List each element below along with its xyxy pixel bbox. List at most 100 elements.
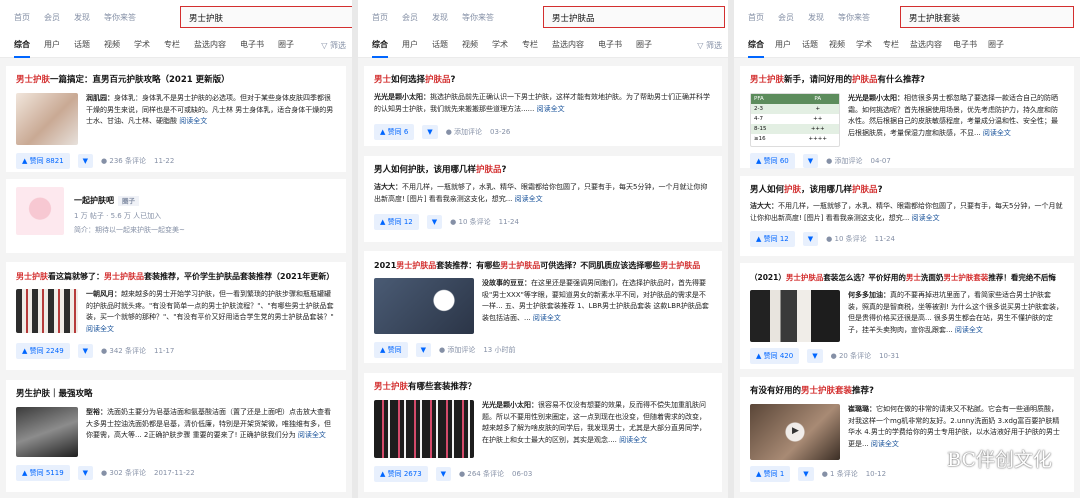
read-more-link[interactable]: 阅读全文 [871, 440, 899, 448]
downvote-button[interactable]: ▼ [422, 125, 438, 139]
upvote-button[interactable]: ▲ 赞同 420 [750, 348, 800, 364]
read-more-link[interactable]: 阅读全文 [955, 326, 983, 334]
read-more-link[interactable]: 阅读全文 [515, 195, 543, 203]
tab-ebook[interactable]: 电子书 [598, 39, 622, 50]
nav-vip[interactable]: 会员 [778, 12, 794, 23]
nav-waiting[interactable]: 等你来答 [838, 12, 870, 23]
nav-home[interactable]: 首页 [14, 12, 30, 23]
tab-topics[interactable]: 话题 [802, 39, 818, 50]
comment-button[interactable]: ● 302 条评论 [101, 468, 146, 478]
result-title[interactable]: （2021）男士护肤品套装怎么选？平价好用的男士洗面奶男士护肤套装推荐！看完绝不… [750, 271, 1064, 284]
result-title[interactable]: 男士护肤看这篇就够了：男士护肤品套装推荐，平价学生护肤品套装推荐（2021年更新… [16, 270, 336, 283]
read-more-link[interactable]: 阅读全文 [912, 214, 940, 222]
tab-column[interactable]: 专栏 [883, 39, 899, 50]
nav-discover[interactable]: 发现 [432, 12, 448, 23]
tab-all[interactable]: 综合 [14, 39, 30, 58]
downvote-button[interactable]: ▼ [426, 215, 443, 229]
comment-button[interactable]: ● 添加评论 [439, 345, 475, 355]
comment-button[interactable]: ● 342 条评论 [101, 346, 146, 356]
nav-vip[interactable]: 会员 [402, 12, 418, 23]
comment-button[interactable]: ● 添加评论 [446, 127, 482, 137]
tab-academic[interactable]: 学术 [134, 39, 150, 50]
tab-salt[interactable]: 盐选内容 [910, 39, 942, 50]
read-more-link[interactable]: 阅读全文 [983, 129, 1011, 137]
tab-circle[interactable]: 圈子 [278, 39, 294, 50]
thumbnail-image[interactable] [750, 290, 840, 342]
upvote-button[interactable]: ▲ 赞同 12 [750, 231, 795, 247]
downvote-button[interactable]: ▼ [77, 344, 94, 358]
read-more-link[interactable]: 阅读全文 [179, 117, 207, 125]
upvote-button[interactable]: ▲ 赞同 2249 [16, 343, 70, 359]
downvote-button[interactable]: ▼ [435, 467, 452, 481]
video-thumbnail[interactable]: ▶ [750, 404, 840, 460]
circle-avatar[interactable] [16, 187, 64, 235]
thumbnail-image[interactable] [16, 93, 78, 145]
nav-discover[interactable]: 发现 [808, 12, 824, 23]
result-title[interactable]: 男士护肤新手，请问好用的护肤品有什么推荐? [750, 74, 1064, 87]
nav-waiting[interactable]: 等你来答 [104, 12, 136, 23]
result-title[interactable]: 男士如何选择护肤品? [374, 74, 712, 87]
upvote-button[interactable]: ▲ 赞同 8821 [16, 153, 70, 169]
upvote-button[interactable]: ▲ 赞同 1 [750, 466, 791, 482]
tab-column[interactable]: 专栏 [522, 39, 538, 50]
result-title[interactable]: 2021男士护肤品套装推荐：有哪些男士护肤品可供选择？不同肌质应该选择哪些男士护… [374, 259, 712, 272]
read-more-link[interactable]: 阅读全文 [533, 314, 561, 322]
tab-users[interactable]: 用户 [44, 39, 60, 50]
downvote-button[interactable]: ▼ [77, 466, 94, 480]
tab-ebook[interactable]: 电子书 [240, 39, 264, 50]
comment-button[interactable]: ● 20 条评论 [831, 351, 871, 361]
result-title[interactable]: 男人如何护肤，该用哪几样护肤品? [750, 184, 1064, 197]
tab-topics[interactable]: 话题 [432, 39, 448, 50]
tab-academic[interactable]: 学术 [856, 39, 872, 50]
tab-all[interactable]: 综合 [748, 39, 764, 58]
thumbnail-image[interactable] [374, 278, 474, 334]
tab-circle[interactable]: 圈子 [636, 39, 652, 50]
search-input[interactable]: 男士护肤品 [543, 6, 725, 28]
upvote-button[interactable]: ▲ 赞同 60 [750, 153, 795, 169]
downvote-button[interactable]: ▼ [802, 154, 819, 168]
downvote-button[interactable]: ▼ [798, 467, 814, 481]
circle-title[interactable]: 一起护肤吧 圈子 [74, 195, 185, 206]
downvote-button[interactable]: ▼ [807, 349, 823, 363]
tab-academic[interactable]: 学术 [492, 39, 508, 50]
comment-button[interactable]: ● 添加评论 [826, 156, 862, 166]
nav-home[interactable]: 首页 [748, 12, 764, 23]
read-more-link[interactable]: 阅读全文 [298, 431, 326, 439]
tab-salt[interactable]: 盐选内容 [552, 39, 584, 50]
upvote-button[interactable]: ▲ 赞同 5119 [16, 465, 70, 481]
thumbnail-image[interactable] [374, 400, 474, 458]
upvote-button[interactable]: ▲ 赞同 6 [374, 124, 415, 140]
tab-users[interactable]: 用户 [402, 39, 418, 50]
result-title[interactable]: 男人如何护肤，该用哪几样护肤品? [374, 164, 712, 177]
tab-circle[interactable]: 圈子 [988, 39, 1004, 50]
tab-salt[interactable]: 盐选内容 [194, 39, 226, 50]
thumbnail-image[interactable] [16, 407, 78, 457]
comment-button[interactable]: ● 236 条评论 [101, 156, 146, 166]
result-title[interactable]: 男生护肤｜最强攻略 [16, 388, 336, 401]
tab-users[interactable]: 用户 [775, 39, 791, 50]
downvote-button[interactable]: ▼ [415, 343, 431, 357]
tab-all[interactable]: 综合 [372, 39, 388, 58]
downvote-button[interactable]: ▼ [802, 232, 819, 246]
nav-discover[interactable]: 发现 [74, 12, 90, 23]
filter-button[interactable]: ▽ 筛选 [697, 40, 722, 51]
comment-button[interactable]: ● 264 条评论 [459, 469, 504, 479]
nav-waiting[interactable]: 等你来答 [462, 12, 494, 23]
filter-button[interactable]: ▽ 筛选 [321, 40, 346, 51]
spf-table-image[interactable]: PFA PA 2-3 + 4-7 ++ 8-15 +++ ≥16 ++++ [750, 93, 840, 147]
tab-topics[interactable]: 话题 [74, 39, 90, 50]
comment-button[interactable]: ● 1 条评论 [822, 469, 858, 479]
tab-ebook[interactable]: 电子书 [953, 39, 977, 50]
upvote-button[interactable]: ▲ 赞同 [374, 342, 408, 358]
comment-button[interactable]: ● 10 条评论 [450, 217, 490, 227]
upvote-button[interactable]: ▲ 赞同 2673 [374, 466, 428, 482]
tab-column[interactable]: 专栏 [164, 39, 180, 50]
read-more-link[interactable]: 阅读全文 [619, 436, 647, 444]
comment-button[interactable]: ● 10 条评论 [826, 234, 866, 244]
result-title[interactable]: 男士护肤有哪些套装推荐？ [374, 381, 712, 394]
nav-vip[interactable]: 会员 [44, 12, 60, 23]
tab-video[interactable]: 视频 [104, 39, 120, 50]
result-title[interactable]: 男士护肤一篇搞定：直男百元护肤攻略（2021 更新版） [16, 74, 336, 87]
search-input[interactable]: 男士护肤套装 [900, 6, 1074, 28]
read-more-link[interactable]: 阅读全文 [86, 325, 114, 333]
